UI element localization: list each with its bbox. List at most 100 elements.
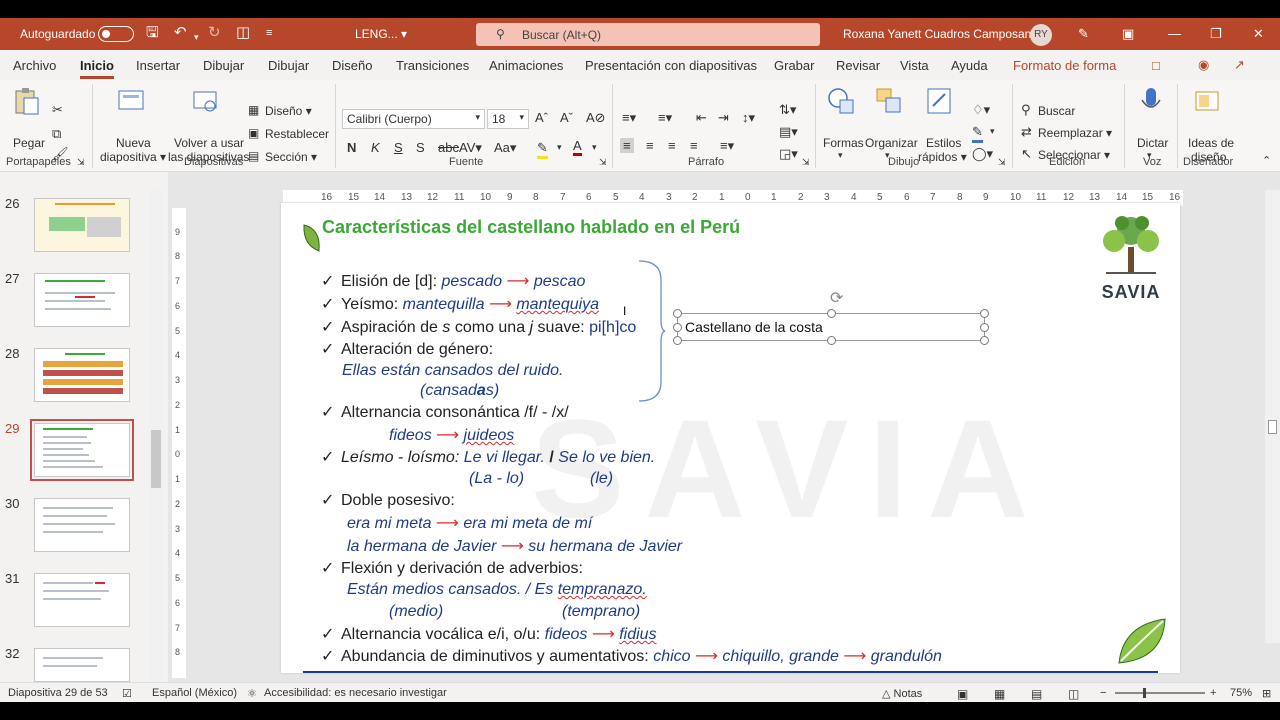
editor-scrollbar[interactable] (1265, 190, 1280, 643)
font-color-dropdown-icon[interactable]: ▾ (592, 142, 597, 153)
bullet-line[interactable]: ✓ Abundancia de diminutivos y aumentativo… (321, 646, 942, 666)
bold-icon[interactable]: N (347, 140, 356, 155)
font-color-icon[interactable]: A (573, 138, 582, 156)
paste-icon[interactable] (12, 86, 42, 116)
microphone-icon[interactable] (1136, 86, 1166, 116)
tab-insertar[interactable]: Insertar (136, 58, 180, 73)
search-box[interactable]: ⚲ Buscar (Alt+Q) (476, 23, 820, 46)
tab-presentacion[interactable]: Presentación con diapositivas (585, 58, 757, 73)
increase-indent-icon[interactable]: ⇥ (718, 110, 729, 126)
example-line[interactable]: Están medios cansados. / Es tempranazo. (347, 581, 647, 599)
reset-button[interactable]: Restablecer (265, 127, 329, 141)
example-line[interactable]: fideos ⟶ juideos (389, 425, 514, 445)
tab-archivo[interactable]: Archivo (13, 58, 56, 73)
resize-handle[interactable] (673, 336, 682, 345)
paragraph-launcher-icon[interactable]: ⇲ (802, 157, 810, 168)
bullet-line[interactable]: ✓ Elisión de [d]: pescado ⟶ pescao (321, 271, 585, 291)
slide-thumbnail[interactable] (34, 198, 130, 252)
tab-revisar[interactable]: Revisar (836, 58, 880, 73)
section-button[interactable]: Sección ▾ (265, 150, 317, 164)
undo-icon[interactable]: ↶ (174, 25, 187, 41)
autosave-toggle[interactable] (98, 26, 134, 42)
tab-formato-de-forma[interactable]: Formato de forma (1013, 58, 1116, 73)
slide-thumbnail[interactable] (34, 648, 130, 682)
shape-effects-icon[interactable]: ◯▾ (972, 146, 993, 162)
dictate-label[interactable]: Dictar (1137, 136, 1168, 150)
design-ideas-icon[interactable] (1193, 86, 1223, 116)
replace-button[interactable]: Reemplazar ▾ (1038, 126, 1112, 140)
rotate-handle-icon[interactable]: ⟳ (830, 288, 843, 308)
minimize-icon[interactable]: — (1168, 26, 1181, 41)
underline-icon[interactable]: S (394, 140, 403, 155)
paste-label[interactable]: Pegar (13, 136, 45, 150)
shapes-dropdown-icon[interactable]: ▾ (838, 150, 843, 161)
smartart-icon[interactable]: ◲▾ (779, 146, 798, 162)
bullet-line[interactable]: ✓ Alternancia vocálica e/i, o/u: fideos ⟶… (321, 624, 657, 644)
find-button[interactable]: Buscar (1038, 104, 1075, 118)
share-icon[interactable]: ↗ (1234, 57, 1245, 73)
tab-grabar[interactable]: Grabar (774, 58, 814, 73)
italic-icon[interactable]: K (371, 140, 380, 155)
resize-handle[interactable] (673, 309, 682, 318)
bullets-icon[interactable]: ≡▾ (622, 110, 636, 126)
save-icon[interactable]: 🖫 (146, 25, 159, 41)
design-ideas-label[interactable]: Ideas de (1188, 136, 1234, 150)
line-spacing-icon[interactable]: ↕▾ (742, 110, 755, 126)
restore-icon[interactable]: ❐ (1210, 26, 1222, 42)
new-slide-label[interactable]: Nueva (116, 136, 151, 150)
columns-icon[interactable]: ≡▾ (720, 138, 734, 154)
bullet-line[interactable]: ✓ Alternancia consonántica /f/ - /x/ (321, 402, 569, 422)
notes-button[interactable]: △ Notas (882, 687, 922, 700)
close-icon[interactable]: ✕ (1253, 26, 1264, 42)
clear-formatting-icon[interactable]: A⊘ (586, 110, 606, 126)
customize-qat-icon[interactable]: ≡ (266, 25, 272, 41)
resize-handle[interactable] (980, 336, 989, 345)
zoom-in-icon[interactable]: + (1210, 687, 1216, 699)
example-line[interactable]: (cansadas) (420, 382, 499, 400)
justify-icon[interactable]: ≡ (690, 138, 698, 153)
tab-vista[interactable]: Vista (900, 58, 929, 73)
pen-icon[interactable]: ✎ (1078, 26, 1089, 42)
user-name[interactable]: Roxana Yanett Cuadros Camposano (843, 27, 1038, 41)
align-right-icon[interactable]: ≡ (668, 138, 676, 153)
new-slide-icon[interactable] (116, 86, 146, 116)
bullet-line[interactable]: ✓ Leísmo - loísmo: Le vi llegar. / Se lo … (321, 447, 655, 467)
text-direction-icon[interactable]: ⇅▾ (779, 102, 796, 118)
editor-scroll-thumb[interactable] (1268, 420, 1277, 434)
grow-font-icon[interactable]: Aˆ (535, 110, 548, 125)
slideshow-view-icon[interactable]: ◫ (1068, 687, 1079, 701)
reuse-slides-icon[interactable] (190, 86, 220, 116)
bullet-line[interactable]: ✓ Aspiración de s como una j suave: pi[h]… (321, 317, 636, 337)
zoom-level[interactable]: 75% (1230, 687, 1252, 699)
thumbnail-scrollbar[interactable] (149, 190, 163, 682)
bullet-line[interactable]: ✓ Flexión y derivación de adverbios: (321, 558, 583, 578)
example-line[interactable]: (temprano) (562, 603, 640, 621)
zoom-slider-knob[interactable] (1143, 688, 1146, 698)
undo-dropdown-icon[interactable]: ▾ (194, 29, 199, 45)
shadow-icon[interactable]: S (416, 140, 425, 155)
right-brace[interactable] (637, 260, 667, 402)
bullet-line[interactable]: ✓ Doble posesivo: (321, 490, 455, 510)
language-label[interactable]: Español (México) (152, 687, 237, 699)
font-name-dropdown[interactable]: Calibri (Cuerpo) ▾ (342, 109, 485, 129)
shrink-font-icon[interactable]: Aˇ (560, 110, 573, 125)
decrease-indent-icon[interactable]: ⇤ (696, 110, 707, 126)
numbering-icon[interactable]: ≡▾ (658, 110, 672, 126)
resize-handle[interactable] (827, 336, 836, 345)
align-left-icon[interactable]: ≡ (620, 138, 634, 153)
slide-thumbnail[interactable] (34, 498, 130, 552)
tab-dibujar-2[interactable]: Dibujar (268, 58, 309, 73)
textbox-castellano-costa[interactable]: Castellano de la costa ⟳ (673, 290, 989, 345)
tab-animaciones[interactable]: Animaciones (489, 58, 563, 73)
tab-transiciones[interactable]: Transiciones (396, 58, 469, 73)
quick-styles-icon[interactable] (925, 86, 955, 116)
arrange-label[interactable]: Organizar (865, 136, 918, 150)
shape-outline-dropdown-icon[interactable]: ▾ (990, 126, 995, 137)
collapse-ribbon-icon[interactable]: ⌃ (1262, 154, 1271, 167)
new-slide-label-2[interactable]: diapositiva ▾ (100, 150, 166, 164)
example-line[interactable]: Ellas están cansados del ruido. (342, 362, 563, 380)
avatar[interactable]: RY (1030, 24, 1052, 46)
quick-styles-label-2[interactable]: rápidos ▾ (918, 150, 967, 164)
slide-thumbnail[interactable] (34, 273, 130, 327)
example-line[interactable]: la hermana de Javier ⟶ su hermana de Jav… (347, 536, 682, 556)
